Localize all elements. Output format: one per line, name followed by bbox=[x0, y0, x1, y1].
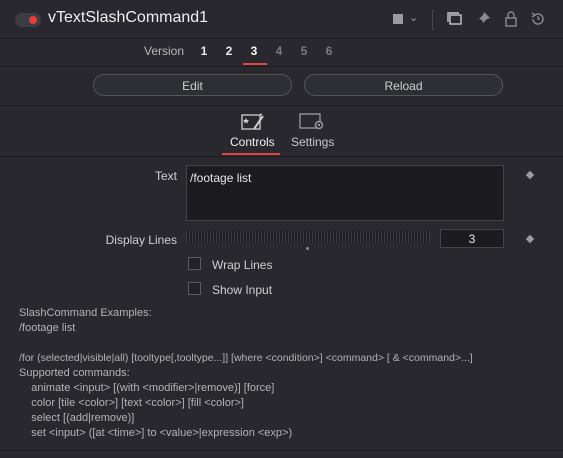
wrap-lines-label[interactable]: Wrap Lines bbox=[212, 258, 272, 272]
keyframe-diamond-icon[interactable] bbox=[525, 234, 535, 244]
show-input-label[interactable]: Show Input bbox=[212, 283, 272, 297]
chevron-down-icon[interactable]: ⌄ bbox=[409, 11, 418, 24]
copy-icon[interactable] bbox=[446, 10, 464, 28]
edit-button[interactable]: Edit bbox=[93, 74, 292, 96]
divider bbox=[0, 156, 563, 157]
version-active-indicator bbox=[243, 63, 267, 65]
pin-icon[interactable] bbox=[474, 10, 492, 28]
tab-controls[interactable]: Controls bbox=[230, 135, 275, 149]
toggle-dot bbox=[29, 16, 37, 24]
version-5[interactable]: 5 bbox=[297, 44, 311, 58]
help-line: select [(add|remove)] bbox=[19, 412, 135, 424]
lock-icon[interactable] bbox=[502, 10, 520, 28]
display-lines-field[interactable]: 3 bbox=[440, 229, 504, 248]
keyframe-diamond-icon[interactable] bbox=[525, 170, 535, 180]
help-line: color [tile <color>] [text <color>] [fil… bbox=[19, 397, 244, 409]
reload-button[interactable]: Reload bbox=[304, 74, 503, 96]
version-4[interactable]: 4 bbox=[272, 44, 286, 58]
tab-active-indicator bbox=[222, 153, 280, 155]
version-1[interactable]: 1 bbox=[197, 44, 211, 58]
version-2[interactable]: 2 bbox=[222, 44, 236, 58]
help-line: /for (selected|visible|all) [tooltype[,t… bbox=[19, 352, 473, 364]
help-line: SlashCommand Examples: bbox=[19, 307, 152, 319]
tab-settings[interactable]: Settings bbox=[291, 135, 334, 149]
slider-default-marker bbox=[306, 247, 309, 250]
display-lines-slider[interactable] bbox=[186, 231, 430, 243]
divider bbox=[0, 450, 563, 451]
wrap-lines-checkbox[interactable] bbox=[188, 257, 201, 270]
version-3[interactable]: 3 bbox=[247, 44, 261, 58]
settings-icon[interactable] bbox=[299, 112, 325, 132]
node-enable-toggle[interactable] bbox=[15, 13, 41, 27]
show-input-checkbox[interactable] bbox=[188, 282, 201, 295]
version-6[interactable]: 6 bbox=[322, 44, 336, 58]
help-line: animate <input> [(with <modifier>|remove… bbox=[19, 382, 275, 394]
divider bbox=[0, 105, 563, 106]
node-title: vTextSlashCommand1 bbox=[48, 9, 209, 26]
header-divider bbox=[432, 10, 433, 30]
text-label: Text bbox=[154, 169, 177, 183]
help-line: Supported commands: bbox=[19, 367, 130, 379]
reset-icon[interactable] bbox=[529, 10, 547, 28]
help-line: set <input> ([at <time>] to <value>|expr… bbox=[19, 427, 293, 439]
version-label: Version bbox=[144, 44, 185, 58]
controls-icon[interactable] bbox=[240, 112, 266, 132]
text-input-value[interactable]: /footage list bbox=[190, 171, 251, 185]
color-swatch[interactable] bbox=[393, 14, 403, 24]
display-lines-label: Display Lines bbox=[105, 233, 177, 247]
help-line: /footage list bbox=[19, 322, 76, 334]
